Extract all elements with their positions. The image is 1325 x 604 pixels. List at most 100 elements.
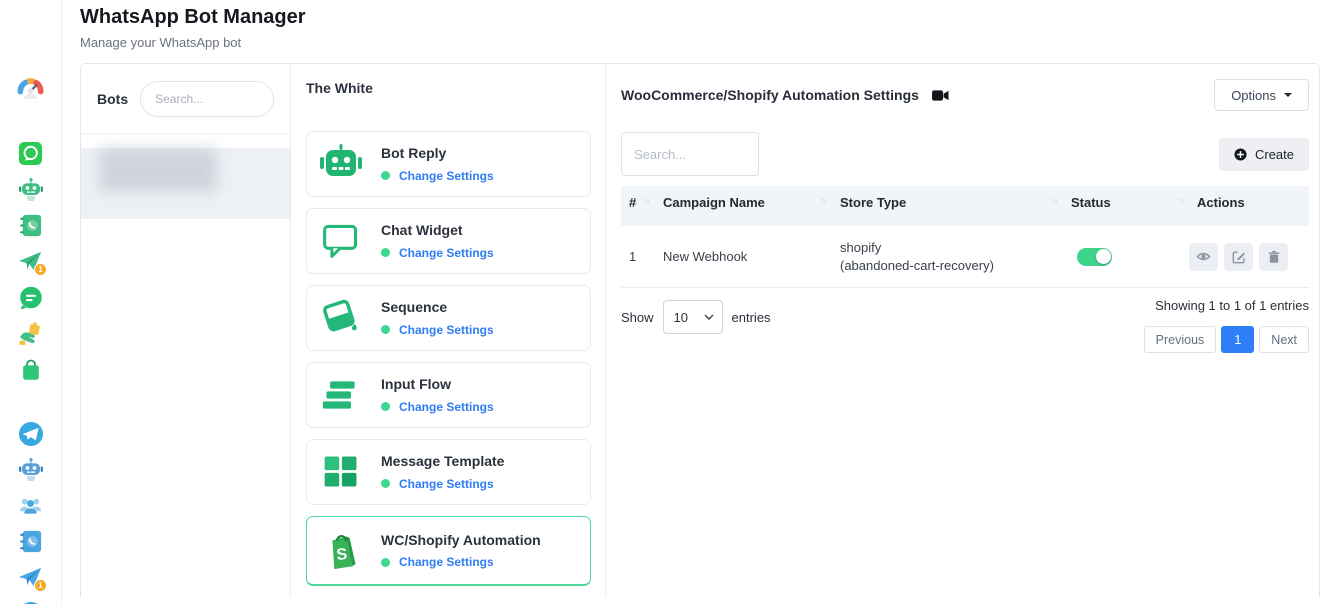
card-wc-shopify-automation[interactable]: S WC/Shopify Automation Change Settings [306, 516, 591, 586]
card-bot-reply[interactable]: Bot Reply Change Settings [306, 131, 591, 197]
change-settings-link[interactable]: Change Settings [399, 323, 494, 337]
header-store-type[interactable]: Store Type↑↓ [832, 186, 1063, 226]
row-campaign-name: New Webhook [655, 249, 832, 264]
view-button[interactable] [1189, 243, 1218, 271]
status-dot [381, 171, 390, 180]
chevron-down-icon [1284, 93, 1292, 97]
video-tutorial-icon[interactable] [932, 89, 949, 102]
shopify-icon: S [319, 530, 363, 572]
plus-circle-icon [1234, 148, 1247, 161]
card-text: Chat Widget Change Settings [381, 222, 494, 260]
page-subtitle: Manage your WhatsApp bot [80, 35, 1320, 50]
bot-name-title: The White [306, 80, 591, 96]
card-text: Input Flow Change Settings [381, 376, 494, 414]
row-index: 1 [621, 249, 655, 264]
feature-card-list: Bot Reply Change Settings [306, 131, 591, 586]
card-text: WC/Shopify Automation Change Settings [381, 532, 541, 570]
bot-settings-panel: The White [291, 64, 606, 597]
change-settings-link[interactable]: Change Settings [399, 555, 494, 569]
next-page-button[interactable]: Next [1259, 326, 1309, 353]
header-status[interactable]: Status↑↓ [1063, 186, 1189, 226]
telegram-contacts-icon[interactable] [17, 528, 44, 555]
card-sequence[interactable]: Sequence Change Settings [306, 285, 591, 351]
row-status-cell [1063, 248, 1189, 266]
card-title: Bot Reply [381, 145, 494, 162]
whatsapp-bot-icon[interactable] [17, 176, 44, 203]
create-button-label: Create [1255, 147, 1294, 162]
sort-icon: ↑↓ [1177, 195, 1183, 205]
whatsapp-campaign-icon[interactable]: 1 [17, 248, 44, 275]
telegram-bot-icon[interactable] [17, 456, 44, 483]
chevron-down-icon [704, 314, 714, 320]
automation-panel-title: WooCommerce/Shopify Automation Settings [621, 87, 919, 103]
status-dot [381, 558, 390, 567]
previous-page-button[interactable]: Previous [1144, 326, 1217, 353]
header-index[interactable]: #↑↓ [621, 186, 655, 226]
status-dot [381, 248, 390, 257]
campaign-badge: 1 [34, 263, 47, 276]
options-button-label: Options [1231, 88, 1276, 103]
change-settings-link[interactable]: Change Settings [399, 400, 494, 414]
card-input-flow[interactable]: Input Flow Change Settings [306, 362, 591, 428]
redacted-bot-name [99, 148, 217, 192]
whatsapp-contacts-icon[interactable] [17, 212, 44, 239]
bots-panel: Bots [81, 64, 291, 597]
input-flow-icon [319, 375, 363, 415]
status-toggle-on[interactable] [1077, 248, 1112, 266]
card-title: Message Template [381, 453, 504, 470]
status-dot [381, 325, 390, 334]
card-title: Input Flow [381, 376, 494, 393]
page-size-select[interactable]: 10 [663, 300, 723, 334]
campaign-badge: 1 [34, 579, 47, 592]
telegram-group-icon[interactable] [17, 492, 44, 519]
options-button[interactable]: Options [1214, 79, 1309, 111]
status-dot [381, 402, 390, 411]
table-footer: Show 10 entries Showing 1 to 1 of 1 entr… [621, 296, 1309, 353]
header-actions: Actions [1189, 186, 1309, 226]
bot-reply-icon [319, 144, 363, 184]
chat-widget-icon [319, 221, 363, 261]
card-chat-widget[interactable]: Chat Widget Change Settings [306, 208, 591, 274]
sort-icon: ↑↓ [820, 195, 826, 205]
status-dot [381, 479, 390, 488]
card-title: Sequence [381, 299, 494, 316]
create-button[interactable]: Create [1219, 138, 1309, 171]
page-size-value: 10 [674, 310, 688, 325]
sequence-icon [319, 298, 363, 338]
showing-entries-text: Showing 1 to 1 of 1 entries [1144, 298, 1309, 313]
whatsapp-message-icon[interactable] [17, 284, 44, 311]
content-card: Bots The White [80, 63, 1320, 597]
dashboard-gauge-icon[interactable] [17, 76, 44, 103]
table-row: 1 New Webhook shopify (abandoned-cart-re… [621, 226, 1309, 288]
telegram-icon[interactable] [17, 420, 44, 447]
telegram-campaign-icon[interactable]: 1 [17, 564, 44, 591]
card-text: Message Template Change Settings [381, 453, 504, 491]
change-settings-link[interactable]: Change Settings [399, 246, 494, 260]
current-page-button[interactable]: 1 [1221, 326, 1254, 353]
row-actions-cell [1189, 243, 1309, 271]
change-settings-link[interactable]: Change Settings [399, 169, 494, 183]
header-campaign-name[interactable]: Campaign Name↑↓ [655, 186, 832, 226]
telegram-chat-icon[interactable] [17, 600, 44, 604]
change-settings-link[interactable]: Change Settings [399, 477, 494, 491]
sort-icon: ↑↓ [1051, 195, 1057, 205]
delete-button[interactable] [1259, 243, 1288, 271]
bots-panel-header: Bots [81, 64, 290, 134]
automation-table: #↑↓ Campaign Name↑↓ Store Type↑↓ Status↑… [621, 186, 1309, 288]
whatsapp-icon[interactable] [17, 140, 44, 167]
automation-settings-panel: WooCommerce/Shopify Automation Settings … [606, 64, 1319, 597]
page-title: WhatsApp Bot Manager [80, 4, 1320, 29]
svg-text:S: S [336, 545, 349, 564]
whatsapp-shop-bag-icon[interactable] [17, 356, 44, 383]
table-search-input[interactable] [621, 132, 759, 176]
pagination: Previous 1 Next [1144, 326, 1309, 353]
card-title: Chat Widget [381, 222, 494, 239]
show-label: Show [621, 310, 654, 325]
sort-icon: ↑↓ [643, 195, 649, 205]
card-message-template[interactable]: Message Template Change Settings [306, 439, 591, 505]
bot-list-item-selected[interactable] [81, 148, 290, 219]
integrations-hand-puzzle-icon[interactable] [17, 320, 44, 347]
edit-button[interactable] [1224, 243, 1253, 271]
entries-label: entries [732, 310, 771, 325]
bots-search-input[interactable] [140, 81, 274, 117]
